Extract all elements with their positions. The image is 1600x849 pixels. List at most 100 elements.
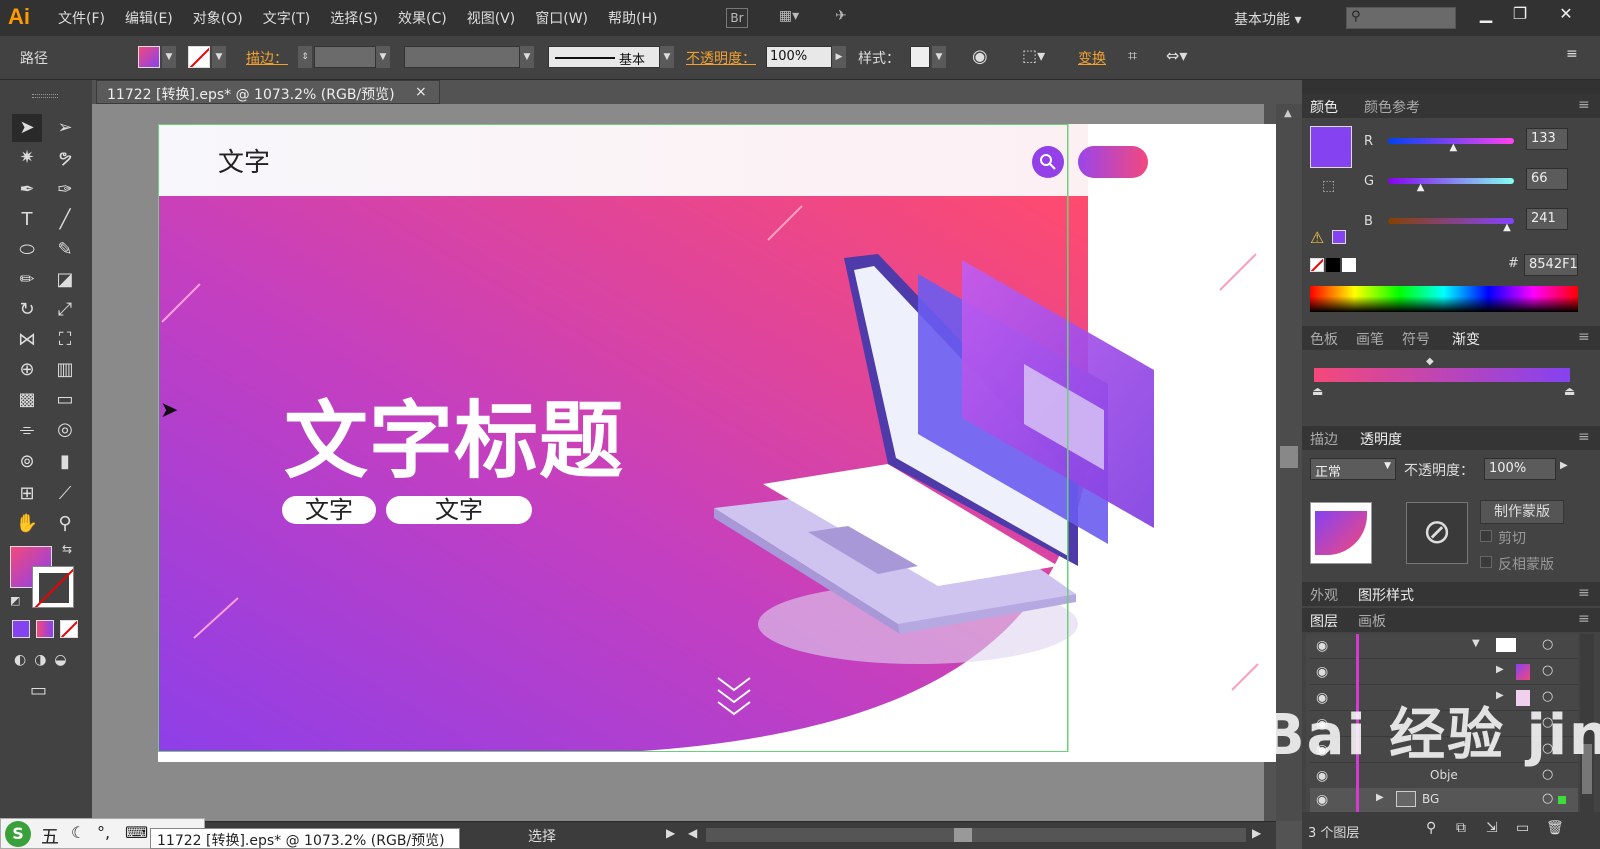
stroke-link[interactable]: 描边： <box>246 48 288 68</box>
graphic-style-dropdown[interactable]: ▼ <box>932 46 946 68</box>
arrange-documents-icon[interactable]: ▦▾ <box>778 8 800 28</box>
gpu-performance-icon[interactable]: ✈ <box>830 8 852 28</box>
paintbrush-icon[interactable]: ✎ <box>50 236 80 264</box>
object-thumbnail[interactable] <box>1310 502 1372 564</box>
mesh-tool-icon[interactable]: ▩ <box>12 386 42 414</box>
g-slider[interactable] <box>1388 178 1514 184</box>
opacity-field[interactable]: 100% <box>766 46 832 68</box>
stroke-color-box[interactable] <box>32 566 74 608</box>
ime-mode[interactable]: 五 <box>41 823 59 849</box>
tab-swatches[interactable]: 色板 <box>1310 329 1338 349</box>
blend-tool-icon[interactable]: ◎ <box>50 416 80 444</box>
blend-mode-select[interactable]: 正常 ▼ <box>1310 458 1396 480</box>
tab-graphic-styles[interactable]: 图形样式 <box>1358 585 1414 605</box>
transform-link[interactable]: 变换 <box>1078 48 1106 68</box>
scroll-left-icon[interactable]: ◀ <box>688 826 697 840</box>
r-value[interactable]: 133 <box>1526 128 1568 150</box>
menu-file[interactable]: 文件(F) <box>48 8 115 28</box>
layer-row[interactable]: ◉ ▼ ○ <box>1310 634 1578 659</box>
layer-row[interactable]: ◉ ▶ ○ <box>1310 660 1578 685</box>
white-swatch[interactable] <box>1342 258 1356 272</box>
type-tool-icon[interactable]: T <box>12 206 42 234</box>
menu-edit[interactable]: 编辑(E) <box>115 8 183 28</box>
gradient-bar[interactable] <box>1314 368 1570 382</box>
profile-dropdown[interactable]: ▼ <box>520 46 534 68</box>
column-graph-icon[interactable]: ▮ <box>50 448 80 476</box>
search-input[interactable]: ⚲ <box>1346 7 1456 29</box>
selection-tool-icon[interactable]: ➤ <box>12 114 42 142</box>
tab-transparency[interactable]: 透明度 <box>1360 429 1402 449</box>
tab-gradient[interactable]: 渐变 <box>1452 329 1480 349</box>
expand-arrow-icon[interactable]: ▶ <box>1376 792 1384 803</box>
ime-punct-icon[interactable]: °, <box>97 823 110 842</box>
menu-type[interactable]: 文字(T) <box>253 8 320 28</box>
tab-symbols[interactable]: 符号 <box>1402 329 1430 349</box>
b-slider-thumb[interactable]: ▲ <box>1503 222 1511 233</box>
visibility-eye-icon[interactable]: ◉ <box>1316 792 1328 808</box>
ime-logo-icon[interactable]: S <box>5 821 31 847</box>
menu-object[interactable]: 对象(O) <box>183 8 253 28</box>
layer-row[interactable]: ◉ ▶ BG ○ <box>1310 788 1578 813</box>
opacity-slider-arrow[interactable]: ▶ <box>1560 460 1568 471</box>
b-slider[interactable] <box>1388 218 1514 224</box>
tab-stroke[interactable]: 描边 <box>1310 429 1338 449</box>
scroll-thumb[interactable] <box>1280 446 1298 468</box>
status-mode[interactable]: 选择 <box>528 826 556 846</box>
tab-color-guide[interactable]: 颜色参考 <box>1364 97 1420 117</box>
opacity-arrow[interactable]: ▶ <box>832 46 846 68</box>
rotate-tool-icon[interactable]: ↻ <box>12 296 42 324</box>
ime-keyboard-icon[interactable]: ⌨ <box>125 823 148 842</box>
panel-grip[interactable] <box>32 94 58 98</box>
gradient-midpoint-icon[interactable]: ◆ <box>1426 356 1434 367</box>
screen-mode-icon[interactable]: ▭ <box>30 680 47 701</box>
current-fill-swatch[interactable] <box>1310 126 1352 168</box>
close-window-button[interactable]: ✕ <box>1552 4 1580 28</box>
tab-color[interactable]: 颜色 <box>1310 97 1338 117</box>
g-value[interactable]: 66 <box>1526 168 1568 190</box>
stroke-dropdown[interactable]: ▼ <box>212 46 226 68</box>
ime-moon-icon[interactable]: ☾ <box>71 823 85 842</box>
artboard[interactable]: 文字 文字标题 文字 文字 <box>158 124 1276 762</box>
ellipse-tool-icon[interactable]: ⬭ <box>12 236 42 264</box>
none-mode-button[interactable] <box>60 620 78 638</box>
workspace-switcher[interactable]: 基本功能 ▾ <box>1234 9 1301 29</box>
transparency-opacity-field[interactable]: 100% <box>1484 458 1556 480</box>
perspective-grid-icon[interactable]: ▥ <box>50 356 80 384</box>
out-of-web-icon[interactable]: ⬚ <box>1322 178 1335 194</box>
recolor-artwork-icon[interactable]: ◉ <box>972 46 988 67</box>
panel-menu-icon[interactable]: ≡ <box>1578 97 1590 113</box>
mask-placeholder-icon[interactable]: ⊘ <box>1406 502 1468 564</box>
invert-mask-checkbox[interactable] <box>1480 556 1492 568</box>
panel-menu-icon[interactable]: ≡ <box>1578 329 1590 345</box>
gradient-tool-icon[interactable]: ▭ <box>50 386 80 414</box>
fill-swatch[interactable] <box>138 46 160 68</box>
arrange-icon[interactable]: ⇔▾ <box>1166 46 1187 65</box>
horizontal-scrollbar[interactable] <box>706 828 1246 842</box>
make-clipping-mask-icon[interactable]: ⧉ <box>1456 820 1466 836</box>
isolate-icon[interactable]: ⌗ <box>1128 46 1137 66</box>
tab-artboards[interactable]: 画板 <box>1358 611 1386 631</box>
eraser-icon[interactable]: ◪ <box>50 266 80 294</box>
gradient-mode-button[interactable] <box>36 620 54 638</box>
magic-wand-icon[interactable]: ✷ <box>12 144 42 172</box>
g-slider-thumb[interactable]: ▲ <box>1417 182 1425 193</box>
color-mode-button[interactable] <box>12 620 30 638</box>
symbol-sprayer-icon[interactable]: ⊚ <box>12 448 42 476</box>
scroll-right-icon[interactable]: ▶ <box>1252 826 1261 840</box>
graphic-style-swatch[interactable] <box>910 46 930 68</box>
h-scroll-thumb[interactable] <box>954 828 972 842</box>
black-swatch[interactable] <box>1326 258 1340 272</box>
new-layer-icon[interactable]: ▭ <box>1516 820 1529 836</box>
new-sublayer-icon[interactable]: ⇲ <box>1486 820 1498 836</box>
target-circle-icon[interactable]: ○ <box>1542 637 1553 652</box>
minimize-button[interactable]: ▁ <box>1472 4 1500 28</box>
hand-tool-icon[interactable]: ✋ <box>12 510 42 538</box>
delete-layer-icon[interactable]: 🗑 <box>1546 820 1564 836</box>
r-slider-thumb[interactable]: ▲ <box>1450 142 1458 153</box>
brush-dropdown[interactable]: ▼ <box>660 46 674 68</box>
slice-tool-icon[interactable]: ⟋ <box>50 480 80 508</box>
stroke-swatch[interactable] <box>188 46 210 68</box>
expand-arrow-icon[interactable]: ▶ <box>1496 664 1504 675</box>
tab-brushes[interactable]: 画笔 <box>1356 329 1384 349</box>
document-tab[interactable]: 11722 [转换].eps* @ 1073.2% (RGB/预览) × <box>96 80 440 104</box>
